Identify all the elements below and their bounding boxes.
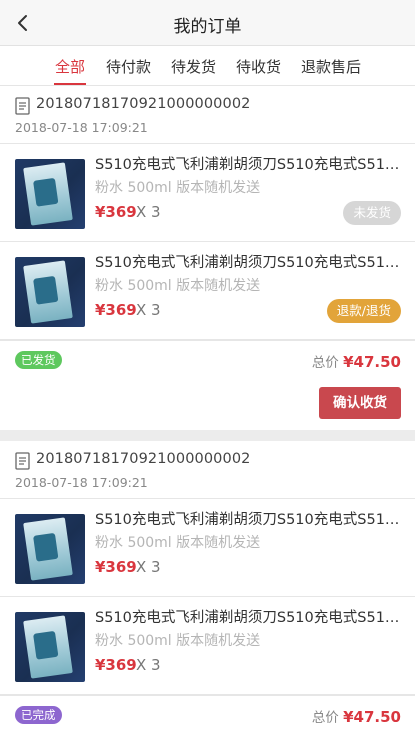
order-footer: 已发货 总价 ¥47.50 确认收货 — [0, 340, 415, 430]
tab-pending-shipment[interactable]: 待发货 — [171, 56, 216, 77]
unshipped-badge: 未发货 — [343, 201, 401, 225]
order-footer: 已完成 总价 ¥47.50 — [0, 695, 415, 739]
app-header: 我的订单 — [0, 0, 415, 46]
product-quantity: X 3 — [136, 656, 161, 674]
order-card[interactable]: 20180718170921000000002 2018-07-18 17:09… — [0, 441, 415, 739]
tab-pending-payment[interactable]: 待付款 — [106, 56, 151, 77]
product-spec: 粉水 500ml 版本随机发送 — [95, 633, 261, 649]
order-time: 2018-07-18 17:09:21 — [15, 120, 148, 135]
product-title: S510充电式飞利浦剃胡须刀S510充电式S510充电式 — [95, 610, 405, 626]
document-icon — [15, 97, 30, 115]
order-number: 20180718170921000000002 — [36, 451, 251, 467]
confirm-receipt-button[interactable]: 确认收货 — [319, 387, 401, 419]
product-image — [15, 514, 85, 584]
order-item[interactable]: S510充电式飞利浦剃胡须刀S510充电式S510充电式 粉水 500ml 版本… — [0, 144, 415, 242]
product-spec: 粉水 500ml 版本随机发送 — [95, 535, 261, 551]
tab-refund[interactable]: 退款售后 — [301, 56, 361, 77]
refund-return-button[interactable]: 退款/退货 — [326, 299, 401, 323]
product-quantity: X 3 — [136, 301, 161, 319]
total-value: ¥47.50 — [343, 353, 401, 371]
order-header: 20180718170921000000002 2018-07-18 17:09… — [0, 86, 415, 144]
total-label: 总价 — [311, 355, 339, 371]
product-image — [15, 612, 85, 682]
product-title: S510充电式飞利浦剃胡须刀S510充电式S510充电式 — [95, 512, 405, 528]
order-time: 2018-07-18 17:09:21 — [15, 475, 148, 490]
product-spec: 粉水 500ml 版本随机发送 — [95, 180, 261, 196]
order-item[interactable]: S510充电式飞利浦剃胡须刀S510充电式S510充电式 粉水 500ml 版本… — [0, 242, 415, 340]
total-value: ¥47.50 — [343, 708, 401, 726]
active-tab-indicator — [54, 83, 86, 85]
product-price: ¥369 — [95, 203, 137, 221]
product-spec: 粉水 500ml 版本随机发送 — [95, 278, 261, 294]
product-price: ¥369 — [95, 656, 137, 674]
page-title: 我的订单 — [173, 17, 242, 37]
product-title: S510充电式飞利浦剃胡须刀S510充电式S510充电式 — [95, 157, 405, 173]
tab-all[interactable]: 全部 — [55, 56, 85, 77]
product-image — [15, 257, 85, 327]
product-price: ¥369 — [95, 558, 137, 576]
order-header: 20180718170921000000002 2018-07-18 17:09… — [0, 441, 415, 499]
order-total: 总价 ¥47.50 — [312, 351, 401, 371]
status-badge-shipped: 已发货 — [15, 351, 62, 369]
product-price: ¥369 — [95, 301, 137, 319]
document-icon — [15, 452, 30, 470]
order-card[interactable]: 20180718170921000000002 2018-07-18 17:09… — [0, 86, 415, 430]
status-badge-completed: 已完成 — [15, 706, 62, 724]
product-quantity: X 3 — [136, 558, 161, 576]
order-tabs: 全部 待付款 待发货 待收货 退款售后 — [0, 46, 415, 86]
order-item[interactable]: S510充电式飞利浦剃胡须刀S510充电式S510充电式 粉水 500ml 版本… — [0, 597, 415, 695]
product-image — [15, 159, 85, 229]
order-number: 20180718170921000000002 — [36, 96, 251, 112]
product-quantity: X 3 — [136, 203, 161, 221]
product-title: S510充电式飞利浦剃胡须刀S510充电式S510充电式 — [95, 255, 405, 271]
total-label: 总价 — [311, 710, 339, 726]
tab-pending-receipt[interactable]: 待收货 — [236, 56, 281, 77]
order-total: 总价 ¥47.50 — [312, 706, 401, 726]
order-item[interactable]: S510充电式飞利浦剃胡须刀S510充电式S510充电式 粉水 500ml 版本… — [0, 499, 415, 597]
